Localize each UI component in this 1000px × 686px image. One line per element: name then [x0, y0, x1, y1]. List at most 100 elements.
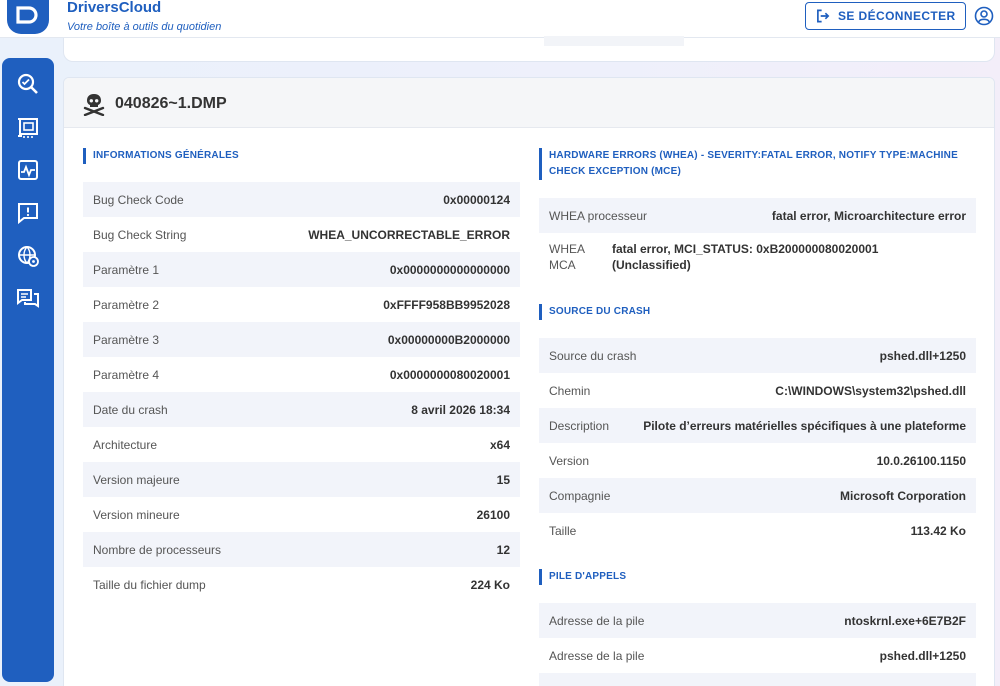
- row-label: Compagnie: [549, 488, 611, 503]
- row-value: 8 avril 2026 18:34: [411, 402, 510, 417]
- whea-heading-line1: HARDWARE ERRORS (WHEA) - SEVERITY:FATAL …: [549, 150, 958, 161]
- row-value: x64: [489, 437, 510, 452]
- row-label: WHEA MCA: [549, 241, 612, 273]
- table-row: Bug Check Code 0x00000124: [83, 182, 520, 217]
- row-label: Paramètre 2: [93, 297, 160, 312]
- sidebar-item-report[interactable]: [16, 201, 40, 225]
- table-row-mca: WHEA MCA fatal error, MCI_STATUS: 0xB200…: [539, 233, 976, 285]
- logout-icon: [817, 9, 830, 23]
- row-label: Nombre de processeurs: [93, 542, 222, 557]
- row-label: Taille: [549, 523, 577, 538]
- table-row: Architecture x64: [83, 427, 520, 462]
- row-value: ntoskrnl.exe+6E7B2F: [844, 613, 966, 628]
- mca-value-line1: fatal error, MCI_STATUS: 0xB200000080020…: [612, 242, 879, 256]
- previous-card-edge: [63, 36, 995, 62]
- table-row: Taille du fichier dump 224 Ko: [83, 567, 520, 602]
- table-row: Bug Check String WHEA_UNCORRECTABLE_ERRO…: [83, 217, 520, 252]
- row-label: Source du crash: [549, 348, 637, 363]
- sidebar: [2, 58, 54, 682]
- user-account-icon[interactable]: [974, 6, 994, 26]
- table-row: Source du crash pshed.dll+1250: [539, 338, 976, 373]
- sidebar-item-monitoring[interactable]: [16, 158, 40, 182]
- row-label: Taille du fichier dump: [93, 577, 206, 592]
- row-value: 26100: [476, 507, 510, 522]
- row-label: Version majeure: [93, 472, 180, 487]
- table-row: Paramètre 3 0x00000000B2000000: [83, 322, 520, 357]
- section-title-general: INFORMATIONS GÉNÉRALES: [83, 148, 239, 164]
- row-value: 113.42 Ko: [910, 523, 966, 538]
- row-value: 12: [496, 542, 510, 557]
- sidebar-item-online-settings[interactable]: [16, 244, 40, 268]
- row-value: 0x00000000B2000000: [387, 332, 510, 347]
- table-row: Chemin C:\WINDOWS\system32\pshed.dll: [539, 373, 976, 408]
- section-title-stack: PILE D'APPELS: [539, 569, 626, 585]
- row-value: 224 Ko: [470, 577, 510, 592]
- table-row: Paramètre 1 0x0000000000000000: [83, 252, 520, 287]
- dump-details-card: 040826~1.DMP INFORMATIONS GÉNÉRALES Bug …: [63, 77, 995, 686]
- row-label: Date du crash: [93, 402, 168, 417]
- top-header: DriversCloud Votre boîte à outils du quo…: [0, 0, 1000, 38]
- row-value: pshed.dll+1250: [879, 648, 966, 663]
- driverscloud-logo[interactable]: [7, 0, 49, 34]
- globe-gear-icon: [18, 246, 39, 267]
- table-row: WHEA processeur fatal error, Microarchit…: [539, 198, 976, 233]
- brand-subtitle: Votre boîte à outils du quotidien: [67, 21, 222, 33]
- table-row: Taille 113.42 Ko: [539, 513, 976, 548]
- sidebar-item-forum[interactable]: [16, 287, 40, 311]
- row-value: 0x00000124: [443, 192, 510, 207]
- row-label: Paramètre 1: [93, 262, 160, 277]
- row-label: Description: [549, 418, 610, 433]
- whea-heading-line2: CHECK EXCEPTION (MCE): [549, 166, 681, 177]
- row-value: 15: [496, 472, 510, 487]
- row-value: 0x0000000080020001: [389, 367, 510, 382]
- sidebar-item-analysis[interactable]: [16, 72, 40, 96]
- section-title-whea: HARDWARE ERRORS (WHEA) - SEVERITY:FATAL …: [539, 148, 969, 180]
- section-title-source: SOURCE DU CRASH: [539, 304, 650, 320]
- row-value: 0x0000000000000000: [389, 262, 510, 277]
- table-row: Description Pilote d’erreurs matérielles…: [539, 408, 976, 443]
- table-row: Compagnie Microsoft Corporation: [539, 478, 976, 513]
- row-label: Adresse de la pile: [549, 648, 645, 663]
- row-label: Bug Check String: [93, 227, 187, 242]
- mca-label-line1: WHEA: [549, 242, 585, 256]
- mca-label-line2: MCA: [549, 258, 576, 272]
- row-value: 0xFFFF958BB9952028: [383, 297, 510, 312]
- table-row: Adresse de la pile pshed.dll+1250: [539, 638, 976, 673]
- row-value: WHEA_UNCORRECTABLE_ERROR: [308, 227, 510, 242]
- table-row: Paramètre 2 0xFFFF958BB9952028: [83, 287, 520, 322]
- sidebar-item-hardware[interactable]: [16, 115, 40, 139]
- row-value: Microsoft Corporation: [840, 488, 966, 503]
- row-label: Version: [549, 453, 590, 468]
- mca-value-line2: (Unclassified): [612, 258, 691, 272]
- table-row: Date du crash 8 avril 2026 18:34: [83, 392, 520, 427]
- magnifier-scan-icon: [17, 73, 38, 94]
- table-row: Version mineure 26100: [83, 497, 520, 532]
- table-row-partial: [539, 673, 976, 686]
- brand-title[interactable]: DriversCloud: [67, 0, 161, 16]
- row-label: Version mineure: [93, 507, 180, 522]
- table-row: Adresse de la pile ntoskrnl.exe+6E7B2F: [539, 603, 976, 638]
- card-header: 040826~1.DMP: [64, 78, 994, 128]
- table-row: Nombre de processeurs 12: [83, 532, 520, 567]
- card-title: 040826~1.DMP: [115, 95, 227, 112]
- row-label: Architecture: [93, 437, 158, 452]
- row-value: C:\WINDOWS\system32\pshed.dll: [775, 383, 966, 398]
- row-label: Bug Check Code: [93, 192, 184, 207]
- table-row: Paramètre 4 0x0000000080020001: [83, 357, 520, 392]
- monitor-activity-icon: [18, 160, 38, 180]
- logout-button[interactable]: SE DÉCONNECTER: [805, 2, 966, 30]
- row-value: fatal error, Microarchitecture error: [771, 208, 966, 223]
- row-value: pshed.dll+1250: [879, 348, 966, 363]
- chat-exclamation-icon: [18, 203, 38, 225]
- row-label: Paramètre 3: [93, 332, 160, 347]
- row-value: fatal error, MCI_STATUS: 0xB200000080020…: [612, 241, 878, 273]
- faded-content: [544, 36, 684, 46]
- row-value: 10.0.26100.1150: [876, 453, 966, 468]
- table-row: Version 10.0.26100.1150: [539, 443, 976, 478]
- row-label: WHEA processeur: [549, 208, 648, 223]
- table-row: Version majeure 15: [83, 462, 520, 497]
- chat-bubbles-icon: [17, 289, 39, 308]
- row-label: Paramètre 4: [93, 367, 160, 382]
- hardware-card-icon: [18, 118, 38, 138]
- row-label: Chemin: [549, 383, 591, 398]
